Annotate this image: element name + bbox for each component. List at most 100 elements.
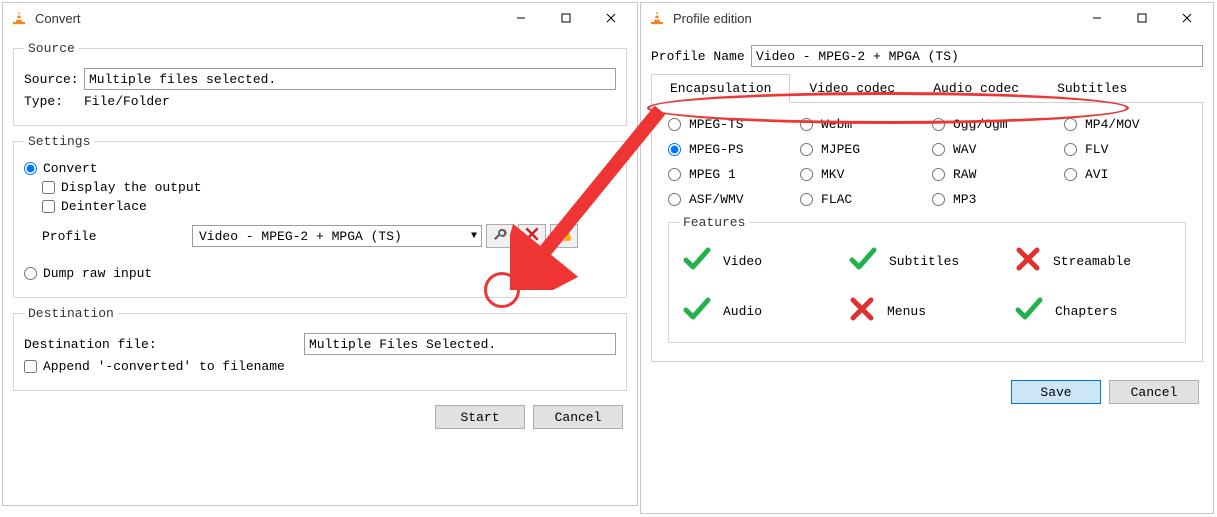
radio-label: ASF/WMV	[689, 192, 744, 207]
source-label: Source:	[24, 72, 84, 87]
radio-mpeg-ps[interactable]: MPEG-PS	[668, 142, 790, 157]
profile-tabs: Encapsulation Video codec Audio codec Su…	[651, 73, 1203, 103]
check-icon	[849, 246, 877, 276]
radio-mp3[interactable]: MP3	[932, 192, 1054, 207]
radio-label: MP4/MOV	[1085, 117, 1140, 132]
features-legend: Features	[679, 215, 749, 230]
feature-video: Video	[683, 246, 839, 276]
feature-menus: Menus	[849, 296, 1005, 326]
feature-chapters: Chapters	[1015, 296, 1171, 326]
radio-label: RAW	[953, 167, 976, 182]
type-label: Type:	[24, 94, 84, 109]
minimize-button[interactable]	[498, 4, 543, 32]
start-button[interactable]: Start	[435, 405, 525, 429]
minimize-button[interactable]	[1074, 4, 1119, 32]
profile-selected-text: Video - MPEG-2 + MPGA (TS)	[199, 229, 402, 244]
dump-raw-label: Dump raw input	[43, 266, 152, 281]
cancel-button[interactable]: Cancel	[533, 405, 623, 429]
features-group: Features Video Subtitles Streamable	[668, 215, 1186, 343]
feature-label: Subtitles	[889, 254, 959, 269]
settings-legend: Settings	[24, 134, 94, 149]
dump-raw-radio[interactable]	[24, 267, 37, 280]
maximize-button[interactable]	[1119, 4, 1164, 32]
source-group: Source Source: Type: File/Folder	[13, 41, 627, 126]
new-profile-icon	[557, 227, 571, 245]
radio-mp4[interactable]: MP4/MOV	[1064, 117, 1186, 132]
append-converted-label: Append '-converted' to filename	[43, 359, 285, 374]
radio-label: AVI	[1085, 167, 1108, 182]
maximize-button[interactable]	[543, 4, 588, 32]
wrench-icon	[493, 227, 507, 245]
display-output-label: Display the output	[61, 180, 201, 195]
tab-encapsulation[interactable]: Encapsulation	[651, 74, 790, 103]
chevron-down-icon: ▼	[471, 231, 477, 242]
delete-icon	[525, 227, 539, 245]
save-button[interactable]: Save	[1011, 380, 1101, 404]
radio-label: Webm	[821, 117, 852, 132]
radio-label: MPEG 1	[689, 167, 736, 182]
feature-label: Chapters	[1055, 304, 1117, 319]
settings-group: Settings Convert Display the output Dein…	[13, 134, 627, 298]
radio-mkv[interactable]: MKV	[800, 167, 922, 182]
check-icon	[683, 296, 711, 326]
close-button[interactable]	[588, 4, 633, 32]
x-icon	[849, 296, 875, 326]
radio-webm[interactable]: Webm	[800, 117, 922, 132]
destination-group: Destination Destination file: Append '-c…	[13, 306, 627, 391]
radio-asf[interactable]: ASF/WMV	[668, 192, 790, 207]
tab-subtitles[interactable]: Subtitles	[1038, 74, 1146, 103]
convert-dialog: Convert Source Source: Type: File/Folder…	[2, 2, 638, 506]
type-value: File/Folder	[84, 94, 170, 109]
destination-legend: Destination	[24, 306, 118, 321]
check-icon	[683, 246, 711, 276]
radio-flv[interactable]: FLV	[1064, 142, 1186, 157]
radio-label: Ogg/Ogm	[953, 117, 1008, 132]
new-profile-button[interactable]	[550, 224, 578, 248]
radio-avi[interactable]: AVI	[1064, 167, 1186, 182]
source-input[interactable]	[84, 68, 616, 90]
feature-label: Menus	[887, 304, 926, 319]
profile-name-label: Profile Name	[651, 49, 751, 64]
dest-file-input[interactable]	[304, 333, 616, 355]
radio-label: MP3	[953, 192, 976, 207]
close-button[interactable]	[1164, 4, 1209, 32]
convert-radio[interactable]	[24, 162, 37, 175]
profile-name-input[interactable]	[751, 45, 1203, 67]
edit-profile-button[interactable]	[486, 224, 514, 248]
feature-subtitles: Subtitles	[849, 246, 1005, 276]
radio-mpeg1[interactable]: MPEG 1	[668, 167, 790, 182]
radio-mjpeg[interactable]: MJPEG	[800, 142, 922, 157]
cancel-button[interactable]: Cancel	[1109, 380, 1199, 404]
deinterlace-label: Deinterlace	[61, 199, 147, 214]
convert-titlebar: Convert	[3, 3, 637, 33]
display-output-check[interactable]	[42, 181, 55, 194]
delete-profile-button[interactable]	[518, 224, 546, 248]
convert-radio-label: Convert	[43, 161, 98, 176]
profile-edition-dialog: Profile edition Profile Name Encapsulati…	[640, 2, 1214, 514]
feature-label: Streamable	[1053, 254, 1131, 269]
radio-label: FLAC	[821, 192, 852, 207]
radio-label: MKV	[821, 167, 844, 182]
profile-title: Profile edition	[673, 11, 1074, 26]
tab-video-codec[interactable]: Video codec	[790, 74, 914, 103]
x-icon	[1015, 246, 1041, 276]
encapsulation-panel: MPEG-TS Webm Ogg/Ogm MP4/MOV MPEG-PS MJP…	[651, 103, 1203, 362]
dest-file-label: Destination file:	[24, 337, 304, 352]
append-converted-check[interactable]	[24, 360, 37, 373]
radio-ogg[interactable]: Ogg/Ogm	[932, 117, 1054, 132]
tab-audio-codec[interactable]: Audio codec	[914, 74, 1038, 103]
radio-label: MJPEG	[821, 142, 860, 157]
check-icon	[1015, 296, 1043, 326]
radio-mpeg-ts[interactable]: MPEG-TS	[668, 117, 790, 132]
vlc-icon	[11, 10, 27, 26]
feature-label: Video	[723, 254, 762, 269]
radio-wav[interactable]: WAV	[932, 142, 1054, 157]
profile-select[interactable]: Video - MPEG-2 + MPGA (TS) ▼	[192, 225, 482, 247]
radio-flac[interactable]: FLAC	[800, 192, 922, 207]
feature-audio: Audio	[683, 296, 839, 326]
radio-label: FLV	[1085, 142, 1108, 157]
deinterlace-check[interactable]	[42, 200, 55, 213]
profile-label: Profile	[42, 229, 192, 244]
feature-streamable: Streamable	[1015, 246, 1171, 276]
radio-raw[interactable]: RAW	[932, 167, 1054, 182]
